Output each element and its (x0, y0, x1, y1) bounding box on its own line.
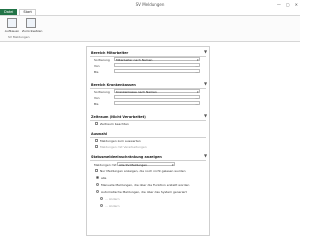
radio-automatic-label: Automatische Meldungen, die über das Sys… (101, 190, 187, 194)
from-label: Von (94, 64, 100, 68)
ellipsis-icon: … (195, 101, 199, 106)
title-bar: SV Meldungen (0, 0, 300, 9)
selection-checkbox-2[interactable] (95, 145, 98, 148)
ribbon: Aufbauen Zurücksetzen SV Meldungen (0, 15, 300, 42)
sort-label: Sortierung (94, 58, 110, 62)
reset-button[interactable]: Zurücksetzen (22, 18, 43, 34)
employee-sort-value: Mitarbeiter nach Namen (116, 58, 153, 62)
filter-funnel-icon[interactable]: ▼ (204, 82, 207, 86)
period-checkbox-label: Zeitraum beachten (100, 122, 129, 126)
unread-only-checkbox[interactable] (95, 169, 98, 172)
build-button[interactable]: Aufbauen (3, 18, 21, 34)
section-title-status: Statusmeldeeinschränkung anzeigen (91, 155, 162, 159)
radio-all[interactable] (96, 176, 99, 179)
chevron-down-icon: ▾ (196, 57, 199, 62)
unread-only-label: Nur Meldungen anzeigen, die noch nicht g… (100, 169, 186, 173)
ellipsis-icon: … (195, 95, 199, 100)
section-title-period: Zeitraum (Nicht Verarbeitet) (91, 115, 146, 119)
to-label: Bis (94, 102, 99, 106)
ribbon-group-name: SV Meldungen (8, 35, 30, 39)
radio-manual[interactable] (96, 183, 99, 186)
sub-option-2-label: … ändern (105, 204, 120, 208)
radio-manual-label: Manuelle Meldungen, die über die Funktio… (101, 183, 190, 187)
insurance-to-input[interactable]: … (114, 101, 200, 106)
selection-option-2-label: Meldungen mit Verarbeitungen (100, 145, 147, 149)
sub-option-1-label: … ändern (105, 197, 120, 201)
radio-automatic[interactable] (96, 190, 99, 193)
employee-to-input[interactable]: … (114, 69, 200, 74)
insurance-from-input[interactable]: … (114, 95, 200, 100)
insurance-sort-value: Krankenkasse nach Namen (116, 90, 157, 94)
chevron-down-icon: ▾ (196, 89, 199, 94)
status-filter-label: Meldungen mit (94, 163, 117, 167)
reset-button-label: Zurücksetzen (22, 29, 43, 33)
status-filter-value: Alle SV-Meldungen (119, 163, 148, 167)
filter-funnel-icon[interactable]: ▼ (204, 114, 207, 118)
divider (90, 160, 206, 161)
build-button-label: Aufbauen (4, 29, 20, 33)
section-title-selection: Auswahl (91, 132, 108, 136)
selection-checkbox-1[interactable] (95, 139, 98, 142)
section-title-employees: Bereich Mitarbeiter (91, 51, 129, 55)
from-label: Von (94, 96, 100, 100)
selection-option-1-label: Meldungen zum auswerten (100, 139, 141, 143)
filter-panel: Bereich Mitarbeiter ▼ Sortierung Mitarbe… (86, 46, 210, 236)
ellipsis-icon: … (195, 69, 199, 74)
document-icon (7, 18, 17, 28)
window-title: SV Meldungen (135, 2, 165, 7)
insurance-sort-select[interactable]: Krankenkasse nach Namen ▾ (114, 89, 200, 94)
employee-sort-select[interactable]: Mitarbeiter nach Namen ▾ (114, 57, 200, 62)
filter-funnel-icon[interactable]: ▼ (204, 50, 207, 54)
sub-radio-1[interactable] (100, 197, 103, 200)
sort-label: Sortierung (94, 90, 110, 94)
section-title-insurance: Bereich Krankenkassen (91, 83, 136, 87)
maximize-button[interactable]: ▢ (286, 2, 290, 7)
employee-from-input[interactable]: … (114, 63, 200, 68)
period-checkbox[interactable] (95, 122, 98, 125)
radio-all-label: alle (101, 176, 107, 180)
refresh-icon (26, 18, 36, 28)
sub-radio-2[interactable] (100, 204, 103, 207)
divider (90, 120, 206, 121)
divider (90, 137, 206, 138)
filter-funnel-icon[interactable]: ▼ (204, 154, 207, 158)
window-controls: — ▢ ✕ (277, 0, 298, 9)
close-button[interactable]: ✕ (295, 2, 298, 7)
to-label: Bis (94, 70, 99, 74)
chevron-down-icon: ▾ (171, 162, 174, 167)
ellipsis-icon: … (195, 63, 199, 68)
minimize-button[interactable]: — (277, 2, 281, 7)
status-filter-select[interactable]: Alle SV-Meldungen ▾ (117, 162, 175, 167)
